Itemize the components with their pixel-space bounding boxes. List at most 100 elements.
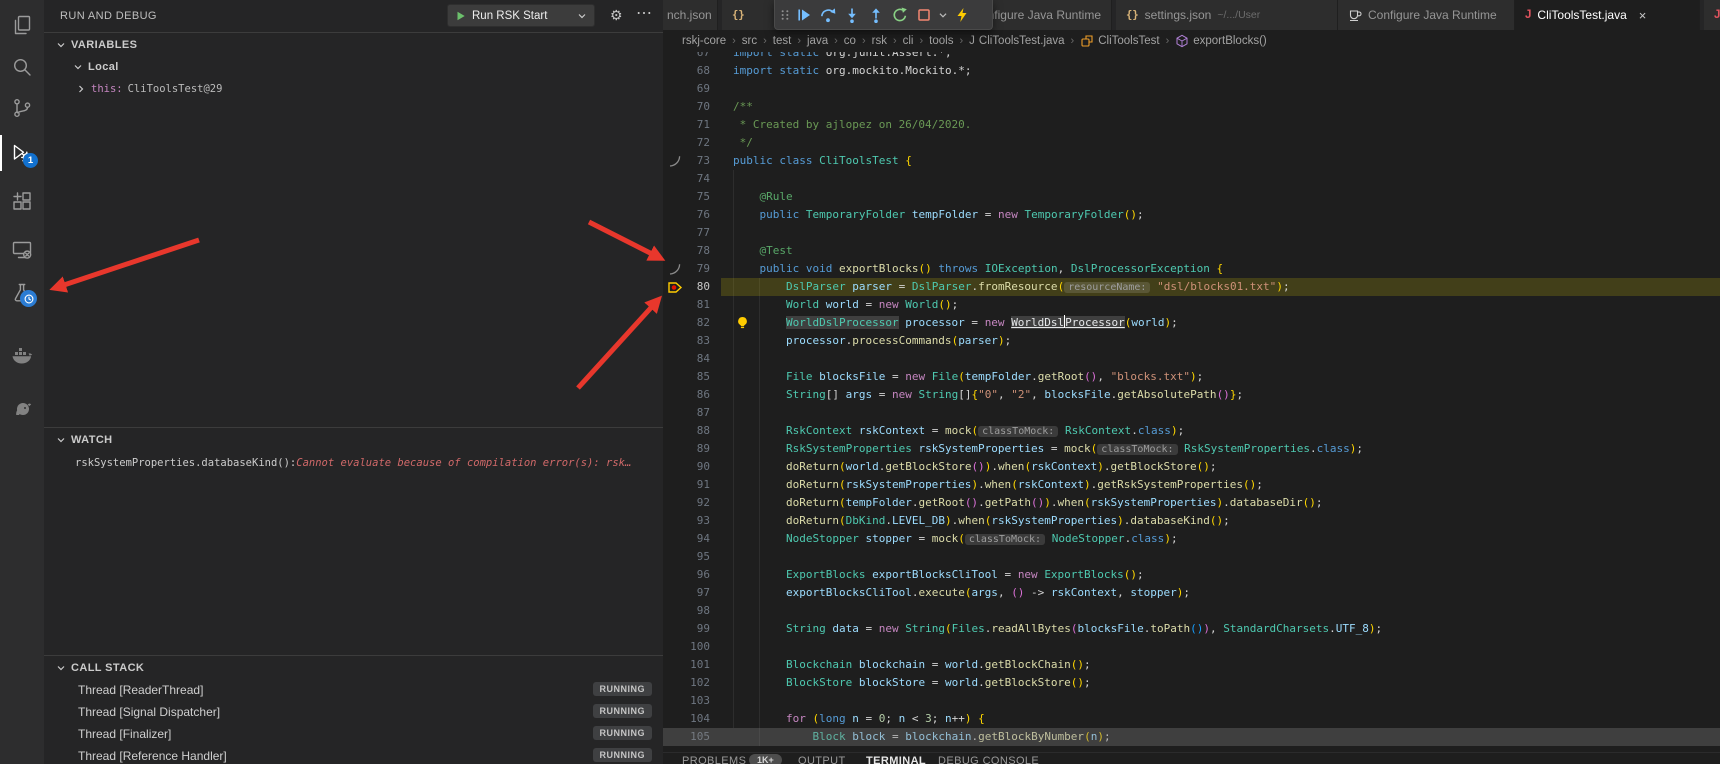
search-icon[interactable] (0, 47, 44, 87)
restart-button[interactable] (888, 3, 912, 27)
start-debug-icon[interactable] (456, 11, 466, 21)
code-line[interactable]: 92 doReturn(tempFolder.getRoot().getPath… (663, 494, 1720, 512)
code-line[interactable]: 101 Blockchain blockchain = world.getBlo… (663, 656, 1720, 674)
code-line[interactable]: 86 String[] args = new String[]{"0", "2"… (663, 386, 1720, 404)
source-control-icon[interactable] (0, 88, 44, 128)
watch-section-header[interactable]: WATCH (44, 429, 663, 451)
breadcrumb-symbol-class[interactable]: CliToolsTest (1080, 34, 1159, 48)
code-line[interactable]: 76 public TemporaryFolder tempFolder = n… (663, 206, 1720, 224)
run-and-debug-icon[interactable] (0, 133, 44, 173)
continue-button[interactable] (792, 3, 816, 27)
stop-button[interactable] (912, 3, 936, 27)
tab-nch.json[interactable]: nch.json (663, 0, 718, 30)
line-number: 74 (663, 170, 710, 188)
code-line[interactable]: 85 File blocksFile = new File(tempFolder… (663, 368, 1720, 386)
call-stack-thread-row[interactable]: Thread [Signal Dispatcher]RUNNING (44, 701, 663, 723)
code-line[interactable]: 84 (663, 350, 1720, 368)
code-line[interactable]: 87 (663, 404, 1720, 422)
code-line[interactable]: 91 doReturn(rskSystemProperties).when(rs… (663, 476, 1720, 494)
code-line[interactable]: 93 doReturn(DbKind.LEVEL_DB).when(rskSys… (663, 512, 1720, 530)
fold-marker-icon[interactable] (667, 261, 683, 277)
panel-tab-terminal[interactable]: TERMINAL (866, 755, 926, 764)
code-line[interactable]: 71 * Created by ajlopez on 26/04/2020. (663, 116, 1720, 134)
code-line[interactable]: 95 (663, 548, 1720, 566)
code-line[interactable]: 78 @Test (663, 242, 1720, 260)
code-line[interactable]: 77 (663, 224, 1720, 242)
code-line[interactable]: 72 */ (663, 134, 1720, 152)
breadcrumb-segment[interactable]: tools (929, 35, 953, 47)
call-stack-thread-row[interactable]: Thread [Finalizer]RUNNING (44, 723, 663, 745)
breadcrumb-segment[interactable]: src (742, 35, 757, 47)
breadcrumb-file[interactable]: JCliToolsTest.java (969, 35, 1064, 47)
code-line[interactable]: 88 RskContext rskContext = mock(classToM… (663, 422, 1720, 440)
watch-expression-row[interactable]: rskSystemProperties.databaseKind(): Cann… (44, 452, 663, 474)
tab-hidden[interactable]: {} (722, 0, 780, 30)
code-line[interactable]: 67import static org.junit.Assert.*; (663, 52, 1720, 62)
tab-configure-java-runtime[interactable]: Configure Java Runtime (1338, 0, 1515, 30)
code-line[interactable]: 103 (663, 692, 1720, 710)
line-number: 68 (663, 62, 710, 80)
breadcrumb-segment[interactable]: co (844, 35, 856, 47)
tab-settings.json[interactable]: {}settings.json~/.../User (1116, 0, 1338, 30)
stop-options-button[interactable] (936, 3, 950, 27)
variables-scope-local[interactable]: Local (44, 56, 663, 78)
code-line[interactable]: 74 (663, 170, 1720, 188)
remote-explorer-icon[interactable] (0, 230, 44, 270)
step-out-button[interactable] (864, 3, 888, 27)
close-icon[interactable]: × (1639, 8, 1647, 23)
fold-marker-icon[interactable] (667, 153, 683, 169)
code-line[interactable]: 68import static org.mockito.Mockito.*; (663, 62, 1720, 80)
tab-clitoolstest.java[interactable]: JCliToolsTest.java× (1515, 0, 1700, 30)
code-line[interactable]: 94 NodeStopper stopper = mock(classToMoc… (663, 530, 1720, 548)
code-line[interactable]: 96 ExportBlocks exportBlocksCliTool = ne… (663, 566, 1720, 584)
debug-current-line-icon[interactable] (667, 279, 683, 295)
breadcrumb-symbol-method[interactable]: exportBlocks() (1175, 34, 1267, 48)
panel-tab-debug-console[interactable]: DEBUG CONSOLE (938, 755, 1039, 764)
code-line[interactable]: 102 BlockStore blockStore = world.getBlo… (663, 674, 1720, 692)
line-number: 98 (663, 602, 710, 620)
code-editor[interactable]: 67import static org.junit.Assert.*;68imp… (663, 52, 1720, 752)
code-line[interactable]: 89 RskSystemProperties rskSystemProperti… (663, 440, 1720, 458)
call-stack-thread-row[interactable]: Thread [ReaderThread]RUNNING (44, 679, 663, 701)
panel-tab-output[interactable]: OUTPUT (798, 755, 846, 764)
launch-config-dropdown[interactable]: Run RSK Start (447, 4, 595, 27)
code-line[interactable]: 79 public void exportBlocks() throws IOE… (663, 260, 1720, 278)
code-line[interactable]: 75 @Rule (663, 188, 1720, 206)
variable-this-row[interactable]: this: CliToolsTest@29 (44, 78, 663, 100)
code-line[interactable]: 83 processor.processCommands(parser); (663, 332, 1720, 350)
breadcrumb-segment[interactable]: test (773, 35, 792, 47)
code-line[interactable]: 81 World world = new World(); (663, 296, 1720, 314)
code-line[interactable]: 99 String data = new String(Files.readAl… (663, 620, 1720, 638)
gradle-icon[interactable] (0, 387, 44, 427)
code-line[interactable]: 100 (663, 638, 1720, 656)
tab-label: settings.json (1145, 8, 1212, 22)
breadcrumb-segment[interactable]: cli (903, 35, 914, 47)
code-line[interactable]: 82 WorldDslProcessor processor = new Wor… (663, 314, 1720, 332)
breadcrumb-segment[interactable]: java (807, 35, 828, 47)
docker-icon[interactable] (0, 335, 44, 375)
code-line[interactable]: 80 DslParser parser = DslParser.fromReso… (663, 278, 1720, 296)
tab-hidden[interactable]: J (1704, 0, 1720, 30)
hot-code-replace-button[interactable] (950, 3, 974, 27)
gear-icon[interactable]: ⚙ (610, 0, 623, 31)
code-line[interactable]: 98 (663, 602, 1720, 620)
panel-tab-problems[interactable]: PROBLEMS (682, 755, 746, 764)
code-line[interactable]: 97 exportBlocksCliTool.execute(args, () … (663, 584, 1720, 602)
code-line-text: */ (733, 134, 753, 152)
breadcrumb-segment[interactable]: rsk (872, 35, 887, 47)
code-line[interactable]: 69 (663, 80, 1720, 98)
code-line[interactable]: 105 Block block = blockchain.getBlockByN… (663, 728, 1720, 746)
explorer-icon[interactable] (0, 5, 44, 45)
call-stack-thread-row[interactable]: Thread [Reference Handler]RUNNING (44, 745, 663, 764)
extensions-icon[interactable] (0, 181, 44, 221)
more-actions-icon[interactable]: ⋯ (636, 0, 652, 28)
call-stack-section-header[interactable]: CALL STACK (44, 657, 663, 679)
breadcrumb-segment[interactable]: rskj-core (682, 35, 726, 47)
code-line[interactable]: 73public class CliToolsTest { (663, 152, 1720, 170)
code-line[interactable]: 70/** (663, 98, 1720, 116)
variables-section-header[interactable]: VARIABLES (44, 34, 663, 56)
code-line[interactable]: 104 for (long n = 0; n < 3; n++) { (663, 710, 1720, 728)
step-over-button[interactable] (816, 3, 840, 27)
code-line[interactable]: 90 doReturn(world.getBlockStore()).when(… (663, 458, 1720, 476)
step-into-button[interactable] (840, 3, 864, 27)
